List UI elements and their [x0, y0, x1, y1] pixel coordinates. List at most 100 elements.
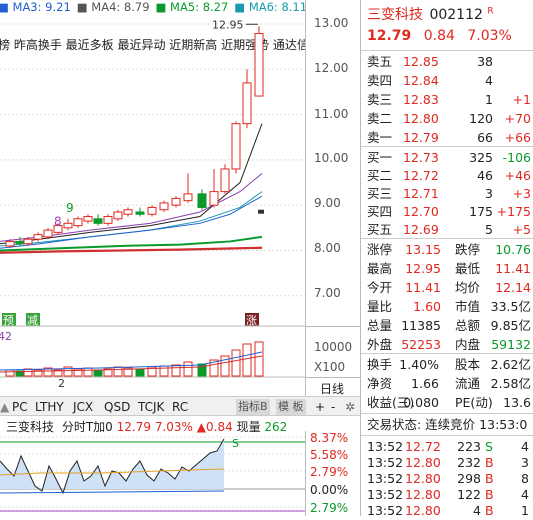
tab-pc[interactable]: PC: [10, 399, 30, 415]
stock-code: 002112: [429, 7, 483, 23]
indicator-toolbar: ▲ PC LTHY JCX QSD TCJK RC 指标B 模 板 + - ✲: [0, 396, 360, 416]
avg-line: [0, 490, 225, 494]
bid-diff: +175: [496, 204, 531, 219]
stat-value: 12.95: [405, 261, 441, 276]
axis-label: 12.00: [314, 61, 349, 75]
volume-unit-label: X100: [314, 360, 346, 374]
volume-bar: [83, 367, 93, 377]
axis-label: 8.00: [314, 241, 341, 255]
volume-bar: [5, 369, 15, 377]
candle-body: [123, 209, 133, 215]
price-change: 0.84: [423, 28, 455, 44]
pct-label: 0.00%: [310, 483, 349, 497]
stat-value: 11.41: [405, 280, 441, 295]
candle-body: [183, 193, 193, 202]
ask-volume: 38: [477, 54, 493, 69]
candle-body: [220, 168, 230, 193]
candle-body: [73, 218, 83, 227]
pct-label: 2.79%: [310, 501, 349, 515]
candle-body: [33, 234, 43, 240]
tab-rc[interactable]: RC: [170, 399, 190, 415]
volume-bar: [231, 349, 241, 377]
volume-bar: [23, 368, 33, 377]
stock-tag: R: [487, 6, 494, 17]
bid-volume: 325: [469, 150, 493, 165]
bid-diff: -106: [502, 150, 531, 165]
ask-volume: 120: [469, 111, 493, 126]
period-label[interactable]: 日线: [320, 380, 344, 397]
stat-value: 11385: [401, 318, 441, 333]
candle-body: [5, 240, 15, 247]
candle-body: [103, 216, 113, 224]
candle-body: [159, 202, 169, 211]
price-area: [0, 439, 224, 493]
intraday-axis: 8.37% 5.58% 2.79% 0.00% 2.79%: [305, 431, 360, 516]
stat-value: 2.62亿: [490, 357, 531, 372]
stat-value: 13.6: [503, 395, 531, 410]
ask-diff: [489, 52, 531, 71]
stat-value: 33.5亿: [490, 299, 531, 314]
stat-value: 2.58亿: [490, 376, 531, 391]
price-pct: 7.03%: [467, 28, 512, 44]
ask-diff: +70: [504, 111, 531, 126]
pct-label: 5.58%: [310, 448, 349, 462]
candle-body: [171, 197, 181, 206]
bid-volume: 5: [485, 222, 493, 237]
sub-date: 2: [58, 377, 65, 390]
stat-value: 10.76: [495, 242, 531, 257]
bid-diff: +3: [512, 186, 531, 201]
max-price-label: 12.95: [212, 18, 244, 31]
axis-label: 11.00: [314, 107, 349, 121]
event-badge-label: 减: [27, 314, 38, 327]
tab-lthy[interactable]: LTHY: [33, 399, 66, 415]
tab-tcjk[interactable]: TCJK: [136, 399, 166, 415]
volume-bar: [242, 343, 252, 377]
volume-bar: [93, 369, 103, 377]
candle-body: [113, 211, 123, 220]
stat-value: 52253: [401, 337, 441, 352]
tab-jcx[interactable]: JCX: [71, 399, 95, 415]
bid-diff: +5: [512, 222, 531, 237]
bid-diff: +46: [504, 168, 531, 183]
stat-value: 9.85亿: [490, 318, 531, 333]
stat-value: 0.080: [403, 395, 439, 410]
ask-volume: 1: [485, 92, 493, 107]
stat-value: 13.15: [405, 242, 441, 257]
ask-volume: 4: [485, 73, 493, 88]
bid-volume: 3: [485, 186, 493, 201]
volume-bar: [183, 361, 193, 377]
axis-label: 13.00: [314, 16, 349, 30]
tick-count: 1: [521, 503, 529, 518]
volume-bar: [113, 366, 123, 377]
quote-header: 三变科技 002112 R: [367, 4, 494, 24]
candle-body: [15, 240, 25, 245]
intraday-panel[interactable]: 三变科技 分时T加0 12.79 7.03% ▲0.84 现量 262 S 8.…: [0, 417, 360, 516]
candlestick-chart[interactable]: 12.95 89 预减 涨: [0, 0, 305, 400]
candle-body: [93, 218, 103, 224]
settings-gear-icon[interactable]: ✲: [343, 399, 357, 415]
pattern-mark: 8: [54, 215, 62, 229]
tick-volume: 4: [473, 503, 481, 518]
intraday-chart[interactable]: S: [0, 431, 305, 516]
stat-value: 59132: [491, 337, 531, 352]
volume-bar: [171, 364, 181, 377]
ask-diff: +66: [504, 130, 531, 145]
ask-volume: 66: [477, 130, 493, 145]
candle-body: [63, 222, 73, 229]
tab-qsd[interactable]: QSD: [102, 399, 132, 415]
volume-bar: [254, 341, 264, 377]
quote-price-row: 12.79 0.84 7.03%: [367, 28, 512, 44]
event-badge-label: 涨: [246, 314, 257, 327]
candle-body: [197, 193, 207, 208]
pct-label: 2.79%: [310, 465, 349, 479]
candle-body: [83, 216, 93, 222]
current-price: 12.79: [367, 28, 412, 44]
axis-label: 9.00: [314, 196, 341, 210]
template-button[interactable]: 模 板: [276, 399, 306, 415]
stat-value: 11.41: [495, 261, 531, 276]
stat-value: 12.14: [495, 280, 531, 295]
zoom-in-button[interactable]: +: [313, 399, 327, 415]
candle-body: [254, 33, 264, 97]
zoom-out-button[interactable]: -: [329, 399, 337, 415]
indicator-button[interactable]: 指标B: [236, 399, 270, 415]
